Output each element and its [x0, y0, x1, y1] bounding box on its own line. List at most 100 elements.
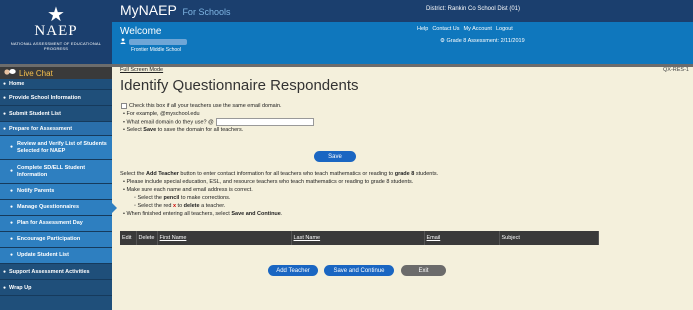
sub-bullet-text: Select the: [137, 195, 164, 201]
save-instruction-bold: Save: [143, 127, 157, 134]
save-instruction-text: Select: [126, 127, 144, 134]
school-name: Frontier Middle School: [131, 47, 182, 53]
sidebar-item-home[interactable]: ● Home: [0, 79, 112, 90]
bullet-check-names: • Make sure each name and email address …: [123, 187, 253, 193]
logout-link[interactable]: Logout: [496, 26, 513, 32]
bullet-text: When finished entering all teachers, sel…: [126, 211, 232, 217]
bullet-special-ed: • Please include special education, ESL,…: [123, 179, 414, 185]
delete-word: delete: [183, 203, 200, 209]
contact-us-link[interactable]: Contact Us: [432, 26, 459, 32]
instruction-text: button to enter contact information for …: [178, 171, 395, 177]
sub-bullet-text: to make corrections.: [179, 195, 231, 201]
live-chat-label: Live Chat: [19, 68, 53, 78]
exit-button[interactable]: Exit: [401, 265, 446, 276]
sidebar-item-prepare-for-assessment[interactable]: ● Prepare for Assessment: [0, 122, 112, 136]
sidebar-item-notify-parents[interactable]: ● Notify Parents: [0, 184, 112, 200]
example-text: For example, @myschool.edu: [126, 111, 200, 117]
email-domain-section: Check this box if all your teachers use …: [121, 102, 314, 134]
page-title: Identify Questionnaire Respondents: [120, 77, 359, 94]
sidebar-item-support-assessment-activities[interactable]: ● Support Assessment Activities: [0, 264, 112, 280]
sidebar-item-wrap-up[interactable]: ● Wrap Up: [0, 280, 112, 296]
my-account-link[interactable]: My Account: [464, 26, 492, 32]
chat-icon: [4, 68, 16, 78]
email-domain-input[interactable]: [215, 118, 314, 126]
same-domain-checkbox[interactable]: [121, 103, 127, 109]
domain-question: What email domain do they use? @: [126, 119, 214, 126]
live-chat-button[interactable]: Live Chat: [0, 67, 112, 79]
sidebar-item-review-verify-students[interactable]: ● Review and Verify List of Students Sele…: [0, 136, 112, 160]
add-teacher-button[interactable]: Add Teacher: [268, 265, 318, 276]
teacher-instructions: Select the Add Teacher button to enter c…: [120, 170, 680, 218]
star-icon: ★: [47, 2, 65, 26]
col-last-name[interactable]: Last Name: [291, 231, 425, 245]
logo-name: NAEP: [34, 23, 78, 39]
user-row: [120, 38, 187, 46]
sidebar-item-label: Encourage Participation: [17, 236, 81, 242]
save-continue-word: Save and Continue: [231, 211, 281, 217]
naep-logo[interactable]: ★ NAEP NATIONAL ASSESSMENT OF EDUCATIONA…: [0, 0, 112, 64]
grade-assessment-text: Grade 8 Assessment: 2/11/2019: [446, 38, 525, 44]
sidebar-item-submit-student-list[interactable]: ● Submit Student List: [0, 106, 112, 122]
col-first-name[interactable]: First Name: [157, 231, 292, 245]
sidebar-item-manage-questionnaires[interactable]: ● Manage Questionnaires: [0, 200, 117, 216]
instruction-line: Select the Add Teacher button to enter c…: [120, 170, 680, 178]
instruction-text: students.: [414, 171, 439, 177]
same-domain-row: Check this box if all your teachers use …: [121, 102, 314, 110]
help-link[interactable]: Help: [417, 26, 428, 32]
instruction-grade: grade 8: [394, 171, 415, 177]
bullet-text: .: [280, 211, 283, 217]
col-edit: Edit: [120, 231, 137, 245]
district-label: District: Rankin Co School Dist (01): [426, 6, 521, 12]
full-screen-mode-link[interactable]: Full Screen Mode: [120, 67, 163, 73]
pencil-word: pencil: [163, 195, 180, 201]
teacher-table: Edit Delete First Name Last Name Email S…: [120, 231, 599, 245]
sidebar-item-label: Support Assessment Activities: [9, 268, 90, 275]
instruction-add-teacher: Add Teacher: [146, 171, 179, 177]
same-domain-label: Check this box if all your teachers use …: [129, 103, 282, 109]
screen-id: QX-RES-1: [663, 67, 689, 73]
sub-bullet-text: a teacher.: [199, 203, 226, 209]
gear-icon: ⚙: [440, 38, 445, 44]
col-delete: Delete: [136, 231, 158, 245]
sidebar-item-label: Submit Student List: [9, 110, 61, 117]
header-links: Help Contact Us My Account Logout: [417, 26, 513, 32]
instruction-text: Select the: [120, 171, 146, 177]
sidebar-item-provide-school-information[interactable]: ● Provide School Information: [0, 90, 112, 106]
sidebar-item-label: Manage Questionnaires: [17, 204, 80, 210]
table-header-row: Edit Delete First Name Last Name Email S…: [120, 231, 599, 245]
domain-question-item: • What email domain do they use? @: [121, 118, 314, 126]
sub-bullet-delete: ◦ Select the red x to delete a teacher.: [134, 203, 226, 209]
sidebar-item-encourage-participation[interactable]: ● Encourage Participation: [0, 232, 112, 248]
col-subject: Subject: [499, 231, 599, 245]
sidebar-item-label: Review and Verify List of Students Selec…: [17, 140, 107, 154]
user-name-redacted: [129, 39, 187, 45]
sidebar: Live Chat ● Home ● Provide School Informat…: [0, 67, 117, 310]
sidebar-item-complete-sd-ell[interactable]: ● Complete SD/ELL Student Information: [0, 160, 112, 184]
sidebar-item-label: Complete SD/ELL Student Information: [17, 164, 86, 178]
welcome-bar: [112, 22, 693, 64]
bullet-text: Make sure each name and email address is…: [126, 187, 253, 193]
col-email[interactable]: Email: [424, 231, 500, 245]
bullet-when-finished: • When finished entering all teachers, s…: [123, 211, 283, 217]
user-icon: [120, 38, 126, 46]
sidebar-item-label: Provide School Information: [9, 94, 81, 101]
sub-bullet-text: Select the red: [137, 203, 173, 209]
sub-bullet-pencil: ◦ Select the pencil to make corrections.: [134, 195, 231, 201]
sidebar-item-update-student-list[interactable]: ● Update Student List: [0, 248, 112, 264]
sidebar-item-label: Plan for Assessment Day: [17, 220, 83, 226]
example-item: • For example, @myschool.edu: [123, 111, 200, 117]
sidebar-item-label: Wrap Up: [9, 284, 32, 291]
app-title-suffix: For Schools: [182, 7, 231, 17]
sub-bullet-text: to: [176, 203, 184, 209]
save-instruction-item: • Select Save to save the domain for all…: [123, 127, 244, 134]
sidebar-item-label: Update Student List: [17, 252, 69, 258]
bullet-text: Please include special education, ESL, a…: [126, 179, 414, 185]
sidebar-item-label: Home: [9, 81, 25, 87]
logo-subtitle: NATIONAL ASSESSMENT OF EDUCATIONAL PROGR…: [10, 41, 102, 51]
save-button[interactable]: Save: [314, 151, 356, 162]
save-and-continue-button[interactable]: Save and Continue: [324, 265, 394, 276]
sidebar-item-label: Notify Parents: [17, 188, 55, 194]
grade-assessment-info: ⚙ Grade 8 Assessment: 2/11/2019: [440, 38, 525, 44]
sidebar-item-plan-assessment-day[interactable]: ● Plan for Assessment Day: [0, 216, 112, 232]
save-instruction-text-end: to save the domain for all teachers.: [156, 127, 244, 134]
